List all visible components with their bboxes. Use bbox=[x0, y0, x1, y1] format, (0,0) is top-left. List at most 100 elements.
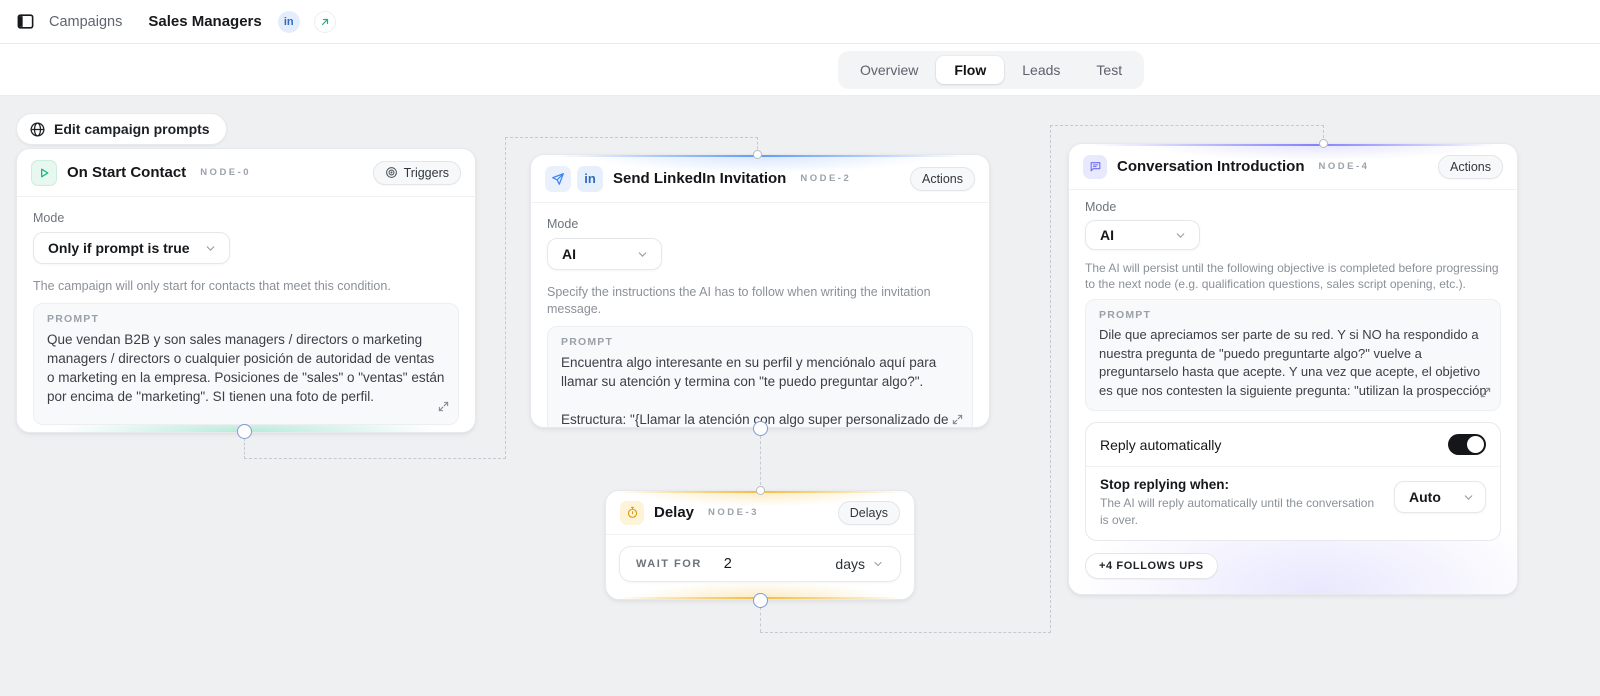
node4-header: Conversation Introduction NODE-4 Actions bbox=[1069, 144, 1517, 190]
linkedin-badge-icon: in bbox=[277, 10, 300, 33]
edit-campaign-prompts-label: Edit campaign prompts bbox=[54, 121, 210, 137]
node3-badge-label: Delays bbox=[849, 505, 888, 520]
node2-helper-text: Specify the instructions the AI has to f… bbox=[547, 285, 931, 316]
node4-actions-badge[interactable]: Actions bbox=[1438, 154, 1503, 179]
breadcrumb[interactable]: Campaigns bbox=[49, 14, 122, 30]
tab-test[interactable]: Test bbox=[1078, 56, 1140, 84]
external-link-icon[interactable] bbox=[313, 10, 336, 33]
toggle-knob bbox=[1467, 436, 1484, 454]
node2-mode-select[interactable]: AI bbox=[547, 238, 662, 270]
node4-input-handle[interactable] bbox=[1319, 139, 1328, 148]
send-icon bbox=[545, 165, 571, 192]
node0-mode-select[interactable]: Only if prompt is true bbox=[33, 232, 230, 264]
connector-node0-across bbox=[244, 458, 506, 459]
node2-body: Mode AI Specify the instructions the AI … bbox=[531, 203, 989, 427]
node4-prompt-box[interactable]: PROMPT Dile que apreciamos ser parte de … bbox=[1085, 299, 1501, 412]
node2-mode-label: Mode bbox=[547, 217, 579, 231]
node2-actions-badge[interactable]: Actions bbox=[910, 166, 975, 191]
linkedin-icon: in bbox=[577, 165, 603, 192]
node0-prompt-label: PROMPT bbox=[47, 312, 100, 325]
node2-title: Send LinkedIn Invitation bbox=[613, 170, 787, 187]
tab-bar: Overview Flow Leads Test bbox=[0, 44, 1600, 96]
node3-title: Delay bbox=[654, 504, 695, 521]
delay-wait-row[interactable]: WAIT FOR 2 days bbox=[619, 546, 901, 582]
wait-unit-value: days bbox=[835, 556, 865, 572]
reply-automatically-toggle[interactable] bbox=[1448, 434, 1486, 456]
flow-canvas[interactable]: Edit campaign prompts On Start Contact N… bbox=[0, 96, 1600, 696]
tab-overview[interactable]: Overview bbox=[842, 56, 936, 84]
target-icon bbox=[385, 166, 398, 179]
node-on-start-contact[interactable]: On Start Contact NODE-0 Triggers Mode On… bbox=[16, 148, 476, 433]
node4-body: Mode AI The AI will persist until the fo… bbox=[1069, 190, 1517, 591]
node-delay[interactable]: Delay NODE-3 Delays WAIT FOR 2 days bbox=[605, 490, 915, 600]
node0-mode-label: Mode bbox=[33, 211, 65, 225]
top-bar: Campaigns Sales Managers in bbox=[0, 0, 1600, 44]
connector-delay-across bbox=[760, 632, 1051, 633]
expand-icon[interactable] bbox=[952, 412, 963, 427]
connector-delay-rise bbox=[1050, 125, 1051, 633]
node-send-linkedin-invitation[interactable]: in Send LinkedIn Invitation NODE-2 Actio… bbox=[530, 154, 990, 428]
connector-to-node2 bbox=[505, 137, 758, 138]
reply-automatically-row: Reply automatically bbox=[1086, 423, 1500, 468]
chevron-down-icon bbox=[1174, 229, 1187, 242]
node2-output-handle[interactable] bbox=[753, 421, 768, 436]
wait-unit-select[interactable]: days bbox=[835, 556, 884, 572]
node0-header: On Start Contact NODE-0 Triggers bbox=[17, 149, 475, 197]
node3-header: Delay NODE-3 Delays bbox=[606, 491, 914, 535]
node2-input-handle[interactable] bbox=[753, 150, 762, 159]
node0-badge-label: Triggers bbox=[403, 165, 449, 180]
stop-replying-label: Stop replying when: bbox=[1100, 477, 1230, 493]
node3-delays-badge[interactable]: Delays bbox=[837, 500, 900, 525]
node4-badge-label: Actions bbox=[1450, 159, 1491, 174]
node2-prompt-text[interactable]: Encuentra algo interesante en su perfil … bbox=[561, 353, 959, 427]
node0-id: NODE-0 bbox=[200, 167, 252, 178]
stop-replying-value: Auto bbox=[1409, 489, 1441, 506]
sidebar-toggle-icon[interactable] bbox=[16, 12, 35, 31]
reply-automatically-label: Reply automatically bbox=[1100, 436, 1222, 453]
node4-mode-value: AI bbox=[1100, 227, 1114, 243]
expand-icon[interactable] bbox=[438, 399, 449, 417]
node3-output-handle[interactable] bbox=[753, 593, 768, 608]
node0-output-handle[interactable] bbox=[237, 424, 252, 439]
node2-header: in Send LinkedIn Invitation NODE-2 Actio… bbox=[531, 155, 989, 203]
tab-flow[interactable]: Flow bbox=[936, 56, 1005, 84]
node2-prompt-label: PROMPT bbox=[561, 335, 614, 348]
tab-leads[interactable]: Leads bbox=[1004, 56, 1078, 84]
node0-prompt-box[interactable]: PROMPT Que vendan B2B y son sales manage… bbox=[33, 302, 459, 425]
node-conversation-introduction[interactable]: Conversation Introduction NODE-4 Actions… bbox=[1068, 143, 1518, 595]
node4-helper-text: The AI will persist until the following … bbox=[1085, 261, 1499, 292]
node0-title: On Start Contact bbox=[67, 164, 187, 181]
node2-id: NODE-2 bbox=[800, 173, 852, 184]
node0-mode-value: Only if prompt is true bbox=[48, 240, 190, 256]
connector-to-node4 bbox=[1050, 125, 1324, 126]
node3-body: WAIT FOR 2 days bbox=[606, 535, 914, 594]
node4-prompt-label: PROMPT bbox=[1099, 309, 1152, 322]
node4-title: Conversation Introduction bbox=[1117, 158, 1305, 175]
node2-mode-value: AI bbox=[562, 246, 576, 262]
reply-automatically-box: Reply automatically Stop replying when: … bbox=[1085, 422, 1501, 541]
globe-icon bbox=[29, 121, 46, 138]
chevron-down-icon bbox=[872, 558, 884, 570]
connector-node0-drop bbox=[244, 438, 245, 459]
connector-delay-drop bbox=[760, 607, 761, 632]
node4-prompt-text[interactable]: Dile que apreciamos ser parte de su red.… bbox=[1099, 326, 1487, 400]
connector-node2-to-delay bbox=[760, 436, 761, 490]
stopwatch-icon bbox=[620, 500, 644, 525]
stop-replying-select[interactable]: Auto bbox=[1394, 481, 1486, 514]
node0-triggers-badge[interactable]: Triggers bbox=[372, 160, 461, 185]
node3-input-handle[interactable] bbox=[756, 486, 765, 495]
node3-id: NODE-3 bbox=[708, 507, 759, 518]
node2-prompt-box[interactable]: PROMPT Encuentra algo interesante en su … bbox=[547, 325, 973, 427]
wait-value-input[interactable]: 2 bbox=[724, 556, 732, 572]
wait-for-label: WAIT FOR bbox=[636, 558, 702, 570]
expand-icon[interactable] bbox=[1480, 385, 1491, 403]
followups-badge[interactable]: +4 FOLLOWS UPS bbox=[1085, 552, 1218, 579]
connector-node0-rise bbox=[505, 137, 506, 459]
node4-mode-label: Mode bbox=[1085, 200, 1117, 214]
node4-id: NODE-4 bbox=[1318, 161, 1370, 172]
node0-prompt-text[interactable]: Que vendan B2B y son sales managers / di… bbox=[47, 330, 445, 407]
node0-helper-text: The campaign will only start for contact… bbox=[33, 279, 391, 293]
node0-body: Mode Only if prompt is true The campaign… bbox=[17, 197, 475, 432]
edit-campaign-prompts-button[interactable]: Edit campaign prompts bbox=[16, 113, 227, 145]
node4-mode-select[interactable]: AI bbox=[1085, 220, 1200, 250]
